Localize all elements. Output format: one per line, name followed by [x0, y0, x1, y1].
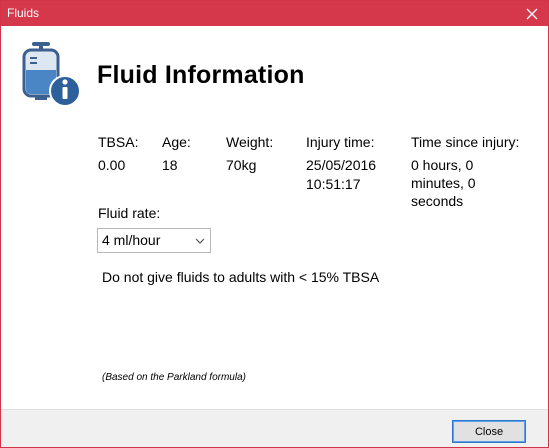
window-title: Fluids [7, 6, 40, 20]
time-since-injury-value: 0 hours, 0 minutes, 0 seconds [411, 157, 476, 209]
fluid-rate-selected: 4 ml/hour [102, 232, 161, 248]
title-bar[interactable]: Fluids [1, 1, 548, 26]
close-icon [526, 8, 538, 19]
close-button[interactable]: Close [452, 420, 526, 443]
formula-footnote: (Based on the Parkland formula) [102, 372, 246, 383]
tbsa-warning: Do not give fluids to adults with < 15% … [102, 269, 380, 285]
dialog-footer: Close [1, 409, 548, 447]
age-label: Age: [162, 134, 191, 150]
fluid-rate-dropdown[interactable]: 4 ml/hour [97, 228, 211, 253]
tbsa-label: TBSA: [98, 134, 139, 150]
time-since-injury-label: Time since injury: [411, 134, 520, 150]
iv-bag-info-icon [22, 42, 81, 107]
tbsa-value: 0.00 [98, 157, 126, 173]
injury-clock-value: 10:51:17 [306, 176, 361, 192]
window-close-button[interactable] [516, 1, 548, 26]
dialog-content: Fluid Information TBSA: Age: Weight: Inj… [1, 26, 548, 409]
injury-time-label: Injury time: [306, 134, 375, 150]
weight-value: 70kg [226, 157, 257, 173]
page-title: Fluid Information [97, 61, 305, 89]
chevron-down-icon [195, 238, 205, 244]
age-value: 18 [162, 157, 178, 173]
fluid-rate-label: Fluid rate: [98, 205, 161, 221]
injury-date-value: 25/05/2016 [306, 157, 377, 173]
weight-label: Weight: [226, 134, 274, 150]
fluids-dialog: Fluids Fluid Information TBSA: Age: Weig… [0, 0, 549, 448]
